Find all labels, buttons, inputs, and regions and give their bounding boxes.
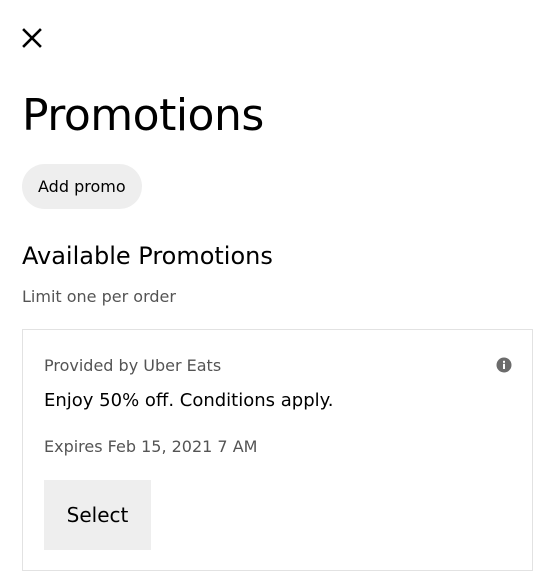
promo-expiry: Expires Feb 15, 2021 7 AM: [44, 437, 258, 456]
promo-card: Provided by Uber Eats Enjoy 50% off. Con…: [22, 329, 533, 571]
available-promotions-heading: Available Promotions: [22, 242, 273, 270]
add-promo-button[interactable]: Add promo: [22, 164, 142, 209]
promo-provider: Provided by Uber Eats: [44, 356, 222, 375]
page-title: Promotions: [22, 90, 264, 141]
close-icon: [22, 28, 42, 48]
close-button[interactable]: [18, 24, 46, 52]
promo-description: Enjoy 50% off. Conditions apply.: [44, 390, 334, 411]
promotion-limit-note: Limit one per order: [22, 287, 176, 306]
info-icon[interactable]: [496, 357, 512, 373]
promotions-page: Promotions Add promo Available Promotion…: [0, 0, 554, 578]
select-promo-button[interactable]: Select: [44, 480, 151, 550]
